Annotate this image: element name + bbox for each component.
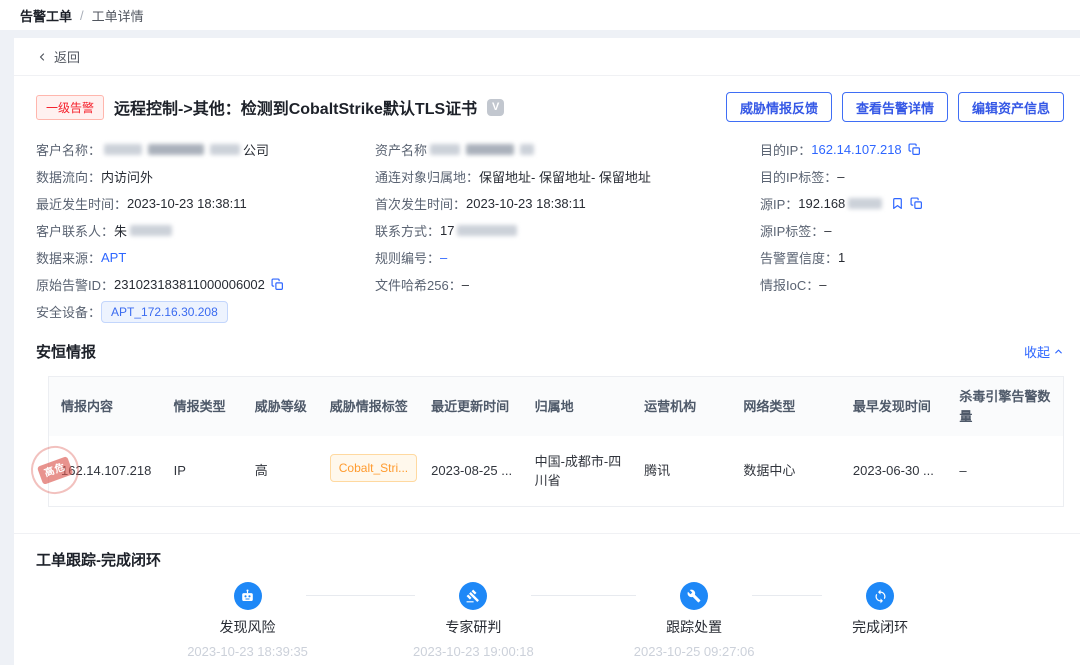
step-expert-judgement: 专家研判 2023-10-23 19:00:18 (388, 582, 558, 659)
field-data-source: 数据来源： APT (36, 244, 375, 271)
redaction-block (430, 144, 460, 155)
step-risk-found: 发现风险 2023-10-23 18:39:35 (163, 582, 333, 659)
intel-table-row: 高危 162.14.107.218 IP 高 Cobalt_Stri... 20… (49, 436, 1063, 506)
copy-icon[interactable] (910, 197, 923, 210)
field-original-alert-id: 原始告警ID： 231023183811000006002 (36, 271, 375, 298)
alert-level-badge: 一级告警 (36, 95, 104, 120)
intel-table: 情报内容 情报类型 威胁等级 威胁情报标签 最近更新时间 归属地 运营机构 网络… (48, 376, 1064, 507)
cell-av-count: – (951, 436, 1063, 506)
field-first-occurred: 首次发生时间： 2023-10-23 18:38:11 (375, 190, 760, 217)
copy-icon[interactable] (271, 278, 284, 291)
data-source-link[interactable]: APT (101, 250, 126, 265)
intel-section-title: 安恒情报 (36, 341, 96, 362)
field-file-hash-256: 文件哈希256： – (375, 271, 760, 298)
chevron-left-icon (36, 51, 48, 63)
field-customer-name: 客户名称： 公司 (36, 136, 375, 163)
redaction-block (130, 225, 172, 236)
back-label: 返回 (54, 47, 80, 66)
cell-intel-type: IP (166, 436, 247, 506)
cell-location: 中国-成都市-四川省 (527, 436, 637, 506)
intel-table-header-row: 情报内容 情报类型 威胁等级 威胁情报标签 最近更新时间 归属地 运营机构 网络… (49, 377, 1063, 436)
col-header-type: 情报类型 (166, 377, 247, 436)
redaction-block (848, 198, 882, 209)
tracking-section-title: 工单跟踪-完成闭环 (36, 549, 1058, 570)
breadcrumb: 告警工单 / 工单详情 (0, 0, 1080, 30)
alert-details-grid: 客户名称： 公司 数据流向： 内访问外 最近发生时间： 2023-10-23 1… (14, 128, 1080, 325)
details-column-1: 客户名称： 公司 数据流向： 内访问外 最近发生时间： 2023-10-23 1… (36, 136, 375, 325)
field-dest-ip: 目的IP： 162.14.107.218 (760, 136, 1058, 163)
step-closed-loop: 完成闭环 (795, 582, 965, 644)
col-header-level: 威胁等级 (247, 377, 322, 436)
field-intel-ioc: 情报IoC： – (760, 271, 1058, 298)
breadcrumb-parent[interactable]: 告警工单 (20, 6, 72, 25)
title-actions: 威胁情报反馈 查看告警详情 编辑资产信息 (726, 92, 1064, 122)
view-alert-detail-button[interactable]: 查看告警详情 (842, 92, 948, 122)
col-header-first-found: 最早发现时间 (845, 377, 951, 436)
details-column-3: 目的IP： 162.14.107.218 目的IP标签： – 源IP： 192.… (760, 136, 1058, 325)
alert-title-row: 一级告警 远程控制->其他：检测到CobaltStrike默认TLS证书 V 威… (14, 76, 1080, 128)
breadcrumb-separator: / (80, 8, 84, 23)
collapse-link[interactable]: 收起 (1024, 342, 1064, 361)
cell-network: 数据中心 (735, 436, 845, 506)
bookmark-icon[interactable] (891, 197, 904, 210)
redaction-block (104, 144, 142, 155)
alert-title: 远程控制->其他：检测到CobaltStrike默认TLS证书 (114, 95, 477, 119)
field-customer-contact: 客户联系人： 朱 (36, 217, 375, 244)
tracking-section: 工单跟踪-完成闭环 发现风险 2023-10-23 18:39: (14, 533, 1080, 665)
breadcrumb-current: 工单详情 (92, 6, 144, 25)
redaction-block (457, 225, 517, 236)
threat-intel-feedback-button[interactable]: 威胁情报反馈 (726, 92, 832, 122)
cell-intel-content: 高危 162.14.107.218 (49, 436, 166, 506)
col-header-operator: 运营机构 (636, 377, 735, 436)
cell-threat-level: 高 (247, 436, 322, 506)
copy-icon[interactable] (908, 143, 921, 156)
robot-icon (234, 582, 262, 610)
threat-tag[interactable]: Cobalt_Stri... (330, 454, 417, 482)
step-track-handle: 跟踪处置 2023-10-25 09:27:06 (609, 582, 779, 659)
col-header-content: 情报内容 (49, 377, 166, 436)
back-row: 返回 (14, 38, 1080, 76)
redaction-block (520, 144, 534, 155)
col-header-updated: 最近更新时间 (423, 377, 526, 436)
field-data-flow: 数据流向： 内访问外 (36, 163, 375, 190)
field-source-ip: 源IP： 192.168 (760, 190, 1058, 217)
col-header-tag: 威胁情报标签 (322, 377, 423, 436)
redaction-block (210, 144, 240, 155)
chevron-up-icon (1053, 346, 1064, 357)
field-contact-phone: 联系方式： 17 (375, 217, 760, 244)
field-rule-number: 规则编号： – (375, 244, 760, 271)
wrench-icon (680, 582, 708, 610)
redaction-block (466, 144, 514, 155)
details-column-2: 资产名称 通连对象归属地： 保留地址- 保留地址- 保留地址 首次发生时间： 2… (375, 136, 760, 325)
field-dest-ip-tag: 目的IP标签： – (760, 163, 1058, 190)
cell-first-found: 2023-06-30 ... (845, 436, 951, 506)
field-peer-location: 通连对象归属地： 保留地址- 保留地址- 保留地址 (375, 163, 760, 190)
edit-asset-info-button[interactable]: 编辑资产信息 (958, 92, 1064, 122)
tracking-timeline: 发现风险 2023-10-23 18:39:35 专家研判 2023-10-23… (36, 582, 1058, 665)
intel-section-header: 安恒情报 收起 (14, 325, 1080, 374)
field-security-device: 安全设备： APT_172.16.30.208 (36, 298, 375, 325)
gavel-icon (459, 582, 487, 610)
cell-updated: 2023-08-25 ... (423, 436, 526, 506)
field-alert-confidence: 告警置信度： 1 (760, 244, 1058, 271)
work-order-detail-card: 返回 一级告警 远程控制->其他：检测到CobaltStrike默认TLS证书 … (14, 38, 1080, 665)
field-source-ip-tag: 源IP标签： – (760, 217, 1058, 244)
cell-operator: 腾讯 (636, 436, 735, 506)
back-button[interactable]: 返回 (36, 47, 80, 66)
cell-threat-tag: Cobalt_Stri... (322, 436, 423, 506)
col-header-location: 归属地 (527, 377, 637, 436)
redaction-block (148, 144, 204, 155)
field-asset-name: 资产名称 (375, 136, 760, 163)
dest-ip-link[interactable]: 162.14.107.218 (811, 142, 901, 157)
security-device-tag[interactable]: APT_172.16.30.208 (101, 301, 228, 323)
loop-icon (866, 582, 894, 610)
verified-badge: V (487, 99, 504, 116)
col-header-network: 网络类型 (735, 377, 845, 436)
field-last-occurred: 最近发生时间： 2023-10-23 18:38:11 (36, 190, 375, 217)
col-header-av-count: 杀毒引擎告警数量 (951, 377, 1063, 436)
